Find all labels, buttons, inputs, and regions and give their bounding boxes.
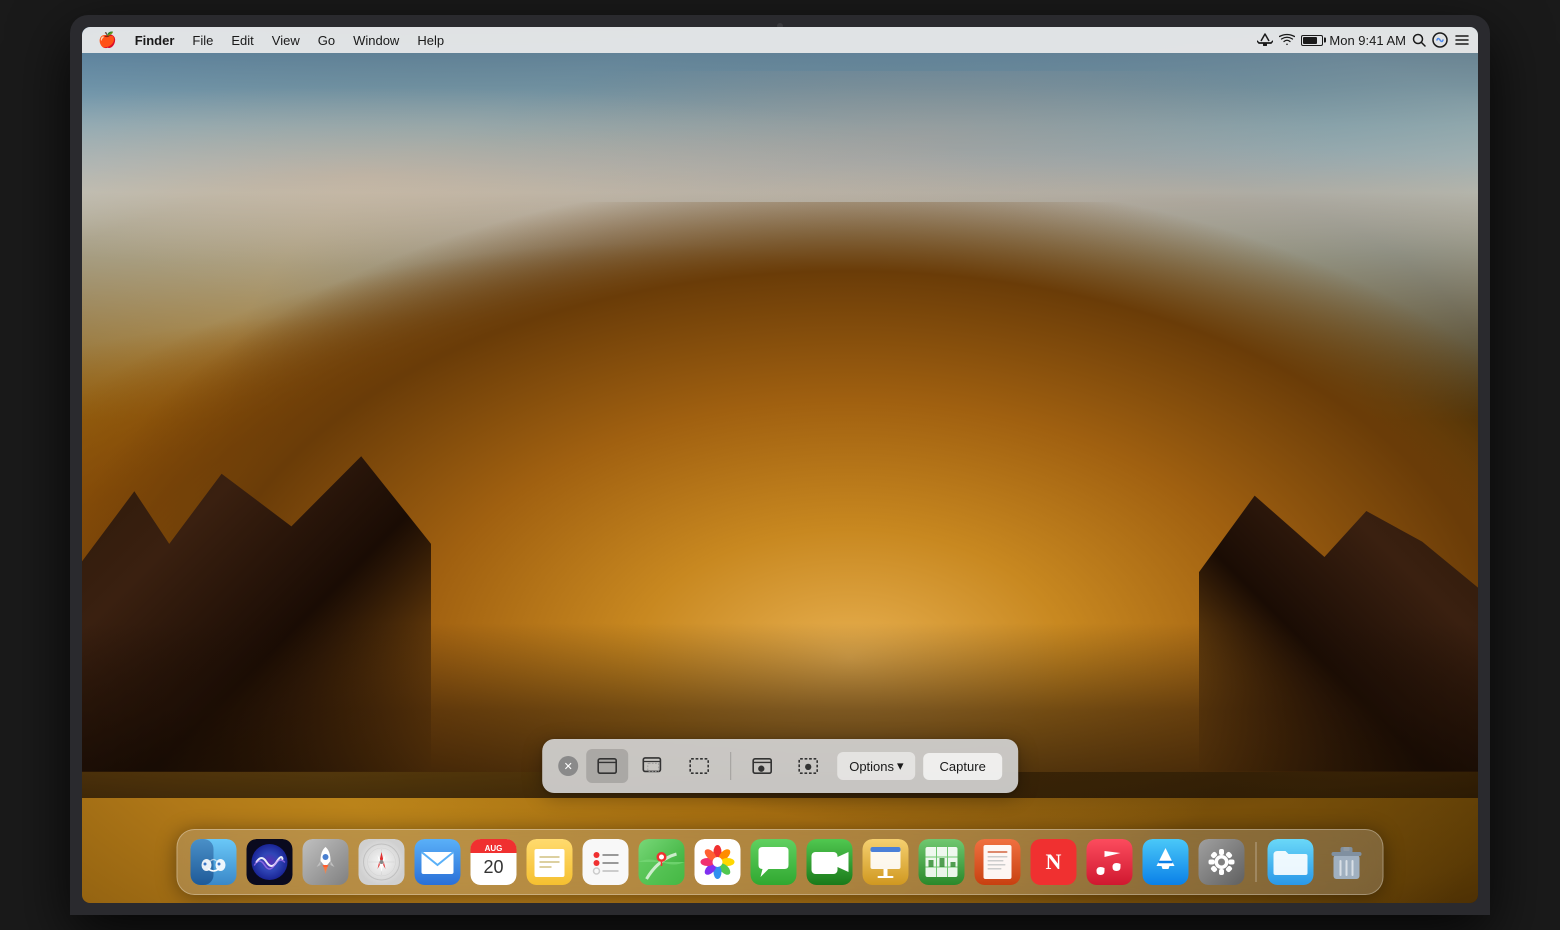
dock-item-facetime[interactable] — [804, 836, 856, 888]
toolbar-separator-1 — [730, 752, 731, 780]
screen: 🍎 Finder File Edit View Go Window Help — [82, 27, 1478, 903]
notes-app-icon — [527, 839, 573, 885]
dock-item-maps[interactable] — [636, 836, 688, 888]
dock-item-siri[interactable] — [244, 836, 296, 888]
laptop-frame: 🍎 Finder File Edit View Go Window Help — [70, 15, 1490, 915]
record-selection-button[interactable] — [787, 749, 829, 783]
mail-app-icon — [415, 839, 461, 885]
reminders-app-icon — [583, 839, 629, 885]
dock-item-numbers[interactable] — [916, 836, 968, 888]
record-selection-icon — [797, 757, 819, 775]
menubar-go[interactable]: Go — [310, 31, 343, 50]
capture-button[interactable]: Capture — [924, 753, 1002, 780]
airplay-icon[interactable] — [1257, 33, 1273, 47]
record-screen-button[interactable] — [741, 749, 783, 783]
dock-item-notes[interactable] — [524, 836, 576, 888]
capture-window-shadow-icon — [642, 757, 664, 775]
siri-icon[interactable] — [1432, 32, 1448, 48]
dock-separator — [1256, 842, 1257, 882]
dock-item-mail[interactable] — [412, 836, 464, 888]
maps-app-icon — [639, 839, 685, 885]
menubar-help[interactable]: Help — [409, 31, 452, 50]
record-screen-icon — [751, 757, 773, 775]
music-app-icon — [1087, 839, 1133, 885]
keynote-app-icon — [863, 839, 909, 885]
options-label: Options — [849, 759, 894, 774]
capture-selection-button[interactable] — [678, 749, 720, 783]
dock-item-launchpad[interactable] — [300, 836, 352, 888]
safari-app-icon — [359, 839, 405, 885]
control-center-icon[interactable] — [1454, 33, 1470, 47]
dock-item-messages[interactable] — [748, 836, 800, 888]
dock-item-trash[interactable] — [1321, 836, 1373, 888]
dock-item-music[interactable] — [1084, 836, 1136, 888]
capture-window-icon — [596, 757, 618, 775]
screenshot-toolbar: ✕ — [542, 739, 1018, 793]
news-app-icon: N — [1031, 839, 1077, 885]
dock-item-photos[interactable] — [692, 836, 744, 888]
options-chevron: ▾ — [897, 758, 904, 774]
battery-icon[interactable] — [1301, 35, 1323, 46]
menubar-view[interactable]: View — [264, 31, 308, 50]
toolbar-close-button[interactable]: ✕ — [558, 756, 578, 776]
dock-item-reminders[interactable] — [580, 836, 632, 888]
menubar-file[interactable]: File — [184, 31, 221, 50]
menubar-finder[interactable]: Finder — [127, 31, 183, 50]
menubar: 🍎 Finder File Edit View Go Window Help — [82, 27, 1478, 53]
svg-text:N: N — [1046, 849, 1062, 874]
capture-window-shadow-button[interactable] — [632, 749, 674, 783]
appstore-app-icon — [1143, 839, 1189, 885]
dock: AUG 20 — [177, 829, 1384, 895]
options-button[interactable]: Options ▾ — [837, 752, 915, 780]
trash-app-icon — [1324, 839, 1370, 885]
facetime-app-icon — [807, 839, 853, 885]
svg-text:AUG: AUG — [485, 844, 503, 853]
launchpad-app-icon — [303, 839, 349, 885]
dock-item-finder[interactable] — [188, 836, 240, 888]
wifi-icon[interactable] — [1279, 33, 1295, 47]
capture-selection-icon — [688, 757, 710, 775]
menubar-left: 🍎 Finder File Edit View Go Window Help — [90, 29, 452, 51]
close-x-icon: ✕ — [564, 760, 573, 773]
photos-app-icon — [695, 839, 741, 885]
pages-app-icon — [975, 839, 1021, 885]
dock-item-files[interactable] — [1265, 836, 1317, 888]
capture-window-button[interactable] — [586, 749, 628, 783]
systemprefs-app-icon — [1199, 839, 1245, 885]
dock-item-appstore[interactable] — [1140, 836, 1192, 888]
menubar-window[interactable]: Window — [345, 31, 407, 50]
dock-item-calendar[interactable]: AUG 20 — [468, 836, 520, 888]
apple-menu[interactable]: 🍎 — [90, 29, 125, 51]
dock-item-pages[interactable] — [972, 836, 1024, 888]
menubar-right: Mon 9:41 AM — [1257, 32, 1470, 48]
menubar-clock: Mon 9:41 AM — [1329, 33, 1406, 48]
siri-app-icon — [247, 839, 293, 885]
files-app-icon — [1268, 839, 1314, 885]
numbers-app-icon — [919, 839, 965, 885]
search-icon[interactable] — [1412, 33, 1426, 47]
svg-text:20: 20 — [483, 857, 503, 877]
dock-item-keynote[interactable] — [860, 836, 912, 888]
finder-app-icon — [191, 839, 237, 885]
menubar-edit[interactable]: Edit — [223, 31, 261, 50]
messages-app-icon — [751, 839, 797, 885]
dock-item-news[interactable]: N — [1028, 836, 1080, 888]
dock-item-safari[interactable] — [356, 836, 408, 888]
dock-item-systemprefs[interactable] — [1196, 836, 1248, 888]
calendar-app-icon: AUG 20 — [471, 839, 517, 885]
